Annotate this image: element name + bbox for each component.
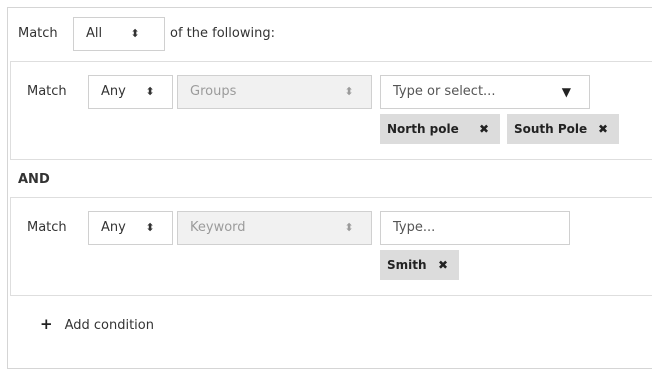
tag-smith: Smith ✖ <box>380 250 459 280</box>
close-icon[interactable]: ✖ <box>479 122 489 136</box>
tag-label: North pole <box>387 122 459 136</box>
tag-label: Smith <box>387 258 427 272</box>
field-select-keyword[interactable]: Keyword ⬍ <box>177 211 372 245</box>
up-down-caret-icon: ⬍ <box>344 85 354 98</box>
select-value: Keyword <box>190 220 246 235</box>
select-value: All <box>86 26 103 41</box>
tag-label: South Pole <box>514 122 588 136</box>
up-down-caret-icon: ⬍ <box>130 27 140 40</box>
close-icon[interactable]: ✖ <box>598 122 608 136</box>
match-all-select[interactable]: All ⬍ <box>73 17 165 51</box>
operator-label: AND <box>18 172 50 187</box>
condition-panel-2: Match Any ⬍ Keyword ⬍ Type... Smith ✖ <box>10 197 652 296</box>
of-following-label: of the following: <box>170 26 275 41</box>
add-condition-button[interactable]: + Add condition <box>40 316 154 334</box>
up-down-caret-icon: ⬍ <box>145 221 155 234</box>
input-placeholder: Type or select... <box>393 84 496 99</box>
match-label: Match <box>27 220 67 235</box>
groups-combo-input[interactable]: Type or select... ▼ <box>380 75 590 109</box>
match-label: Match <box>27 84 67 99</box>
up-down-caret-icon: ⬍ <box>145 85 155 98</box>
match-any-select[interactable]: Any ⬍ <box>88 75 173 109</box>
close-icon[interactable]: ✖ <box>438 258 448 272</box>
tag-north-pole: North pole ✖ <box>380 114 500 144</box>
tag-south-pole: South Pole ✖ <box>507 114 619 144</box>
up-down-caret-icon: ⬍ <box>344 221 354 234</box>
triangle-down-icon[interactable]: ▼ <box>562 85 571 99</box>
select-value: Any <box>101 84 126 99</box>
input-placeholder: Type... <box>393 220 436 235</box>
keyword-input[interactable]: Type... <box>380 211 570 245</box>
plus-icon: + <box>40 315 53 333</box>
condition-panel-1: Match Any ⬍ Groups ⬍ Type or select... ▼… <box>10 61 652 160</box>
match-any-select[interactable]: Any ⬍ <box>88 211 173 245</box>
match-label: Match <box>18 26 58 41</box>
select-value: Any <box>101 220 126 235</box>
add-condition-label: Add condition <box>64 318 154 333</box>
field-select-groups[interactable]: Groups ⬍ <box>177 75 372 109</box>
select-value: Groups <box>190 84 237 99</box>
